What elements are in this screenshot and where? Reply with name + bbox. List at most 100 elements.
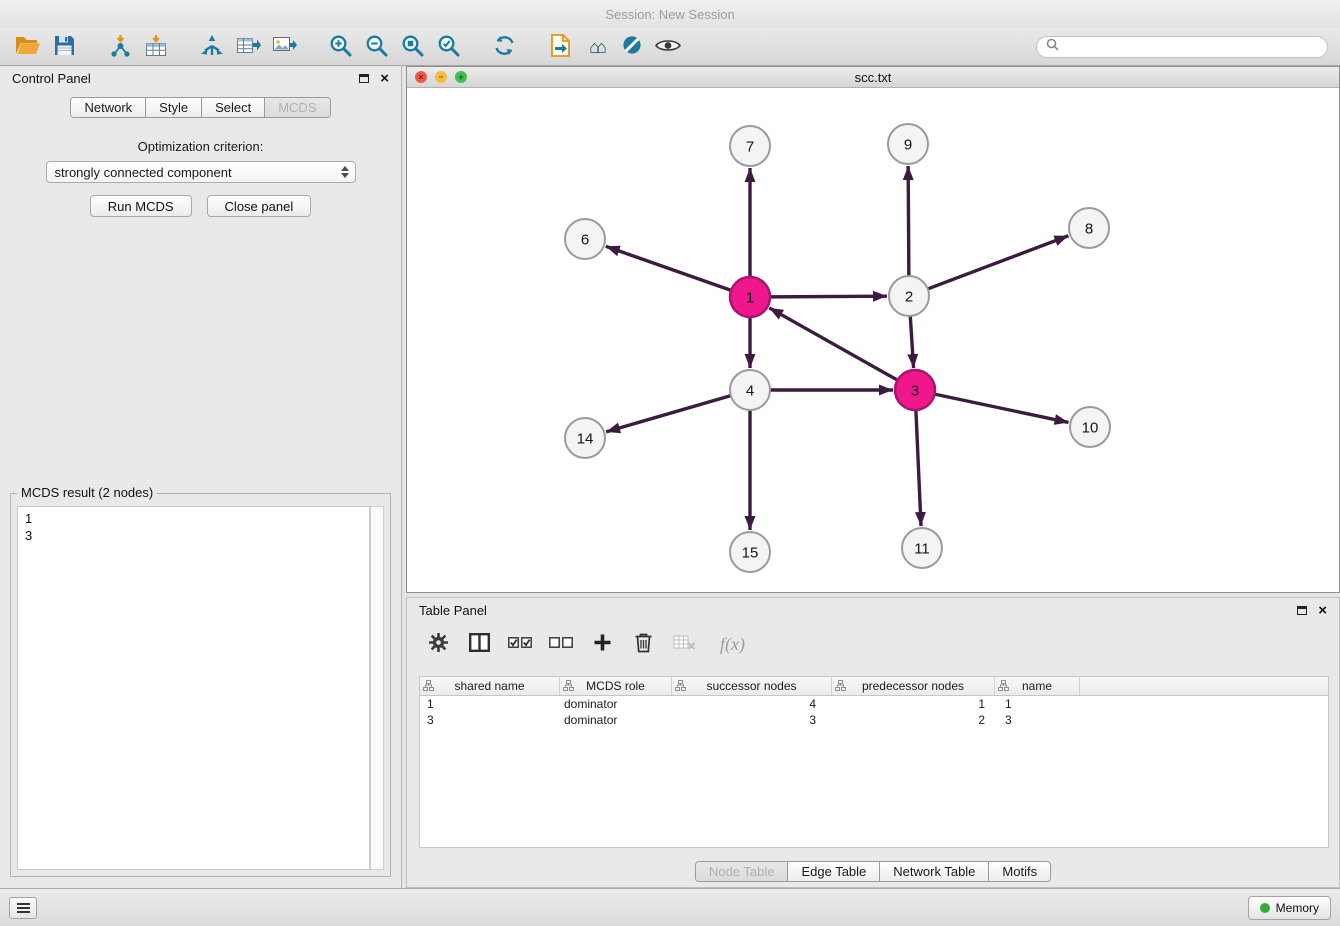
zoom-fit-button[interactable]: [394, 32, 430, 62]
zoom-out-button[interactable]: [358, 32, 394, 62]
network-share-button[interactable]: [194, 32, 230, 62]
show-columns-button[interactable]: [466, 631, 492, 657]
tab-motifs[interactable]: Motifs: [989, 862, 1050, 881]
close-window-button[interactable]: ×: [415, 71, 427, 83]
edge-3-11[interactable]: [916, 410, 921, 526]
table-row[interactable]: 3dominator323: [420, 712, 1328, 728]
column-header-name[interactable]: name: [995, 677, 1080, 695]
network-graph-svg[interactable]: 7 9 6 8 1 2 4 3 14 10 15 11: [407, 88, 1339, 592]
memory-button[interactable]: Memory: [1248, 896, 1331, 920]
node-8[interactable]: 8: [1069, 208, 1109, 248]
maximize-window-button[interactable]: +: [455, 71, 467, 83]
traffic-lights: × − +: [407, 71, 467, 83]
column-header-predecessor-nodes[interactable]: predecessor nodes: [832, 677, 995, 695]
svg-text:9: 9: [904, 136, 912, 153]
search-input[interactable]: [1064, 40, 1318, 54]
table-cell: 3: [995, 712, 1080, 728]
import-table-button[interactable]: [138, 32, 174, 62]
import-network-button[interactable]: [102, 32, 138, 62]
network-window-title: scc.txt: [407, 70, 1339, 85]
close-panel-icon[interactable]: ×: [380, 71, 389, 86]
tab-edge-table[interactable]: Edge Table: [788, 862, 880, 881]
zoom-selected-icon: [437, 34, 460, 60]
node-4[interactable]: 4: [730, 370, 770, 410]
edge-1-6[interactable]: [606, 246, 731, 290]
criterion-dropdown[interactable]: strongly connected component: [46, 161, 356, 183]
unselect-all-columns-button[interactable]: [548, 631, 574, 657]
image-export-icon: [272, 34, 297, 59]
refresh-layout-button[interactable]: [486, 32, 522, 62]
edge-4-14[interactable]: [606, 396, 731, 432]
zoom-selected-button[interactable]: [430, 32, 466, 62]
control-panel-title: Control Panel: [12, 71, 91, 86]
edge-2-8[interactable]: [928, 236, 1069, 289]
import-table-icon: [144, 34, 168, 60]
node-3[interactable]: 3: [895, 370, 935, 410]
tab-select[interactable]: Select: [202, 98, 265, 117]
close-table-panel-icon[interactable]: ×: [1318, 603, 1327, 618]
window-titlebar[interactable]: Session: New Session: [0, 0, 1340, 28]
node-2[interactable]: 2: [889, 276, 929, 316]
float-table-panel-icon[interactable]: [1297, 606, 1307, 615]
tab-network[interactable]: Network: [71, 98, 146, 117]
table-panel-tabs: Node TableEdge TableNetwork TableMotifs: [695, 861, 1051, 882]
tree-icon: [563, 680, 574, 691]
node-14[interactable]: 14: [565, 418, 605, 458]
table-row[interactable]: 1dominator411: [420, 696, 1328, 712]
node-15[interactable]: 15: [730, 532, 770, 572]
tab-style[interactable]: Style: [146, 98, 202, 117]
svg-text:6: 6: [581, 231, 589, 248]
export-document-button[interactable]: [542, 32, 578, 62]
tab-mcds[interactable]: MCDS: [265, 98, 329, 117]
close-panel-button[interactable]: Close panel: [207, 195, 312, 217]
import-network-icon: [108, 34, 133, 60]
open-session-button[interactable]: [10, 32, 46, 62]
column-header-successor-nodes[interactable]: successor nodes: [672, 677, 832, 695]
share-arrows-icon: [200, 34, 224, 60]
edge-2-3[interactable]: [910, 316, 913, 368]
select-all-columns-button[interactable]: [507, 631, 533, 657]
column-header-mcds-role[interactable]: MCDS role: [560, 677, 672, 695]
edge-2-9[interactable]: [908, 166, 909, 276]
result-scrollbar[interactable]: [370, 506, 384, 870]
network-window-titlebar[interactable]: × − + scc.txt: [407, 67, 1339, 88]
delete-table-icon: [673, 634, 696, 654]
float-panel-icon[interactable]: [359, 74, 369, 83]
table-cell: 1: [420, 696, 560, 712]
save-session-button[interactable]: [46, 32, 82, 62]
paint-icon: [621, 34, 643, 59]
tab-network-table[interactable]: Network Table: [880, 862, 989, 881]
network-canvas[interactable]: 7 9 6 8 1 2 4 3 14 10 15 11: [407, 88, 1339, 592]
minimize-window-button[interactable]: −: [435, 71, 447, 83]
network-view-window: × − + scc.txt 7 9 6 8 1 2 4 3 14 10 15 11: [406, 66, 1340, 593]
result-line: 1: [25, 510, 362, 527]
export-image-button[interactable]: [266, 32, 302, 62]
delete-column-button[interactable]: [630, 631, 656, 657]
zoom-in-button[interactable]: [322, 32, 358, 62]
node-7[interactable]: 7: [730, 126, 770, 166]
table-cell: 1: [832, 696, 995, 712]
svg-text:14: 14: [577, 430, 594, 447]
search-box[interactable]: [1036, 36, 1328, 58]
run-mcds-button[interactable]: Run MCDS: [90, 195, 192, 217]
table-settings-button[interactable]: [425, 631, 451, 657]
column-header-shared-name[interactable]: shared name: [420, 677, 560, 695]
node-10[interactable]: 10: [1070, 407, 1110, 447]
home-button[interactable]: ⌂⌂: [578, 32, 614, 62]
create-column-button[interactable]: [589, 631, 615, 657]
style-paint-button[interactable]: [614, 32, 650, 62]
tab-node-table[interactable]: Node Table: [696, 862, 789, 881]
edge-3-10[interactable]: [935, 394, 1069, 422]
show-graphics-details-button[interactable]: [650, 32, 686, 62]
export-table-button[interactable]: [230, 32, 266, 62]
plus-icon: [593, 633, 612, 655]
table-cell: 3: [420, 712, 560, 728]
show-panels-button[interactable]: [9, 897, 37, 919]
edge-3-1[interactable]: [769, 308, 897, 380]
node-9[interactable]: 9: [888, 124, 928, 164]
node-11[interactable]: 11: [902, 528, 942, 568]
eye-icon: [655, 38, 681, 56]
node-1[interactable]: 1: [730, 277, 770, 317]
edge-1-2[interactable]: [770, 296, 887, 297]
node-6[interactable]: 6: [565, 219, 605, 259]
